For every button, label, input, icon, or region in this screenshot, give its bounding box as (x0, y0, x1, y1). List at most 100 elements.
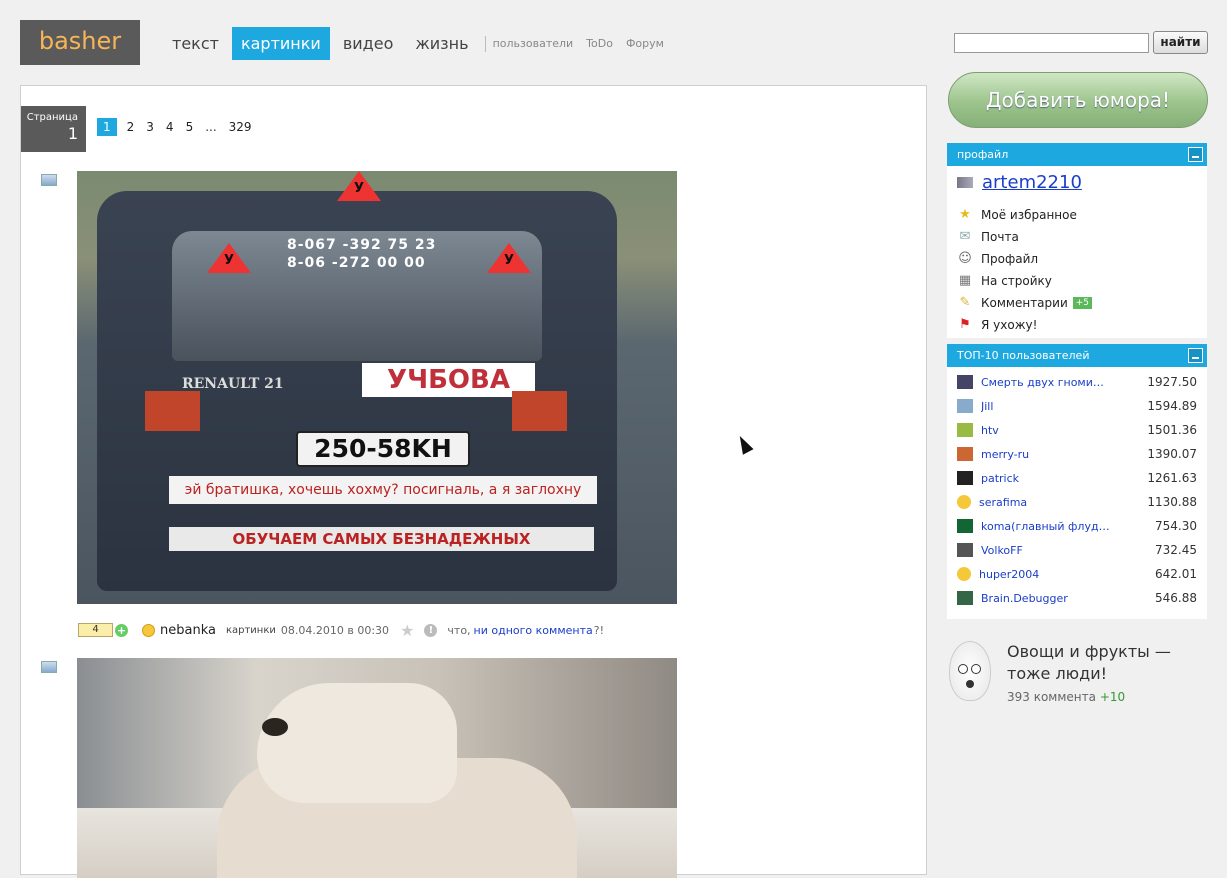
user-avatar-icon (957, 471, 973, 485)
minimize-icon[interactable] (1188, 348, 1203, 363)
search-input[interactable] (954, 33, 1149, 53)
page-link-text[interactable]: 4 (166, 120, 174, 134)
main-nav: текст картинки видео жизнь пользователи … (163, 27, 677, 60)
page-indicator: Страница 1 (21, 106, 86, 152)
profile-item-label[interactable]: Почта (981, 230, 1019, 244)
tail-light-right (512, 391, 567, 431)
phone-line: 8-067 -392 75 23 (287, 237, 437, 253)
egg-mascot-icon[interactable] (949, 641, 991, 701)
page-link[interactable]: 5 (186, 120, 194, 134)
site-logo[interactable]: basher (20, 20, 140, 65)
top-user-score: 1501.36 (1147, 423, 1197, 437)
page-ellipsis: ... (205, 120, 217, 134)
profile-item-label[interactable]: Я ухожу! (981, 318, 1037, 332)
profile-panel-header: профайл (947, 143, 1207, 166)
top-user-score: 1261.63 (1147, 471, 1197, 485)
promo-comments: 393 коммента (1007, 690, 1096, 704)
post-meta: 4 + nebanka картинки 08.04.2010 в 00:30 … (78, 621, 604, 640)
search-button[interactable]: найти (1153, 31, 1208, 54)
license-plate: 250-58KH (296, 431, 470, 467)
username-link[interactable]: artem2210 (982, 172, 1082, 193)
page-link-last[interactable]: 329 (229, 120, 252, 134)
user-avatar-icon (957, 423, 973, 437)
profile-item-comments[interactable]: ✎ Комментарии +5 (947, 292, 1207, 314)
top-user-score: 1927.50 (1147, 375, 1197, 389)
profile-icon: ☺ (958, 251, 972, 266)
comments-link[interactable]: ни одного коммента (474, 624, 593, 637)
profile-item-label[interactable]: Комментарии (981, 296, 1068, 310)
top-user-link[interactable]: huper2004 (979, 568, 1119, 581)
page-label: Страница (26, 112, 78, 123)
top-user-score: 1594.89 (1147, 399, 1197, 413)
dog-nose (262, 718, 288, 736)
top10-panel: ТОП-10 пользователей Смерть двух гноми… 1… (947, 344, 1207, 619)
profile-panel: профайл artem2210 ★ Моё избранное ✉ Почт… (947, 143, 1207, 338)
star-icon: ★ (959, 207, 971, 222)
minimize-icon[interactable] (1188, 147, 1203, 162)
profile-item-label[interactable]: Моё избранное (981, 208, 1077, 222)
post-image[interactable] (77, 658, 677, 878)
comments-icon: ✎ (959, 295, 971, 310)
top-user-row: huper2004 642.01 (947, 562, 1207, 586)
top-user-link[interactable]: VolkoFF (981, 544, 1121, 557)
top-user-link[interactable]: serafima (979, 496, 1119, 509)
user-avatar-icon (957, 399, 973, 413)
page-link-text[interactable]: 5 (186, 120, 194, 134)
top-user-row: Смерть двух гноми… 1927.50 (947, 370, 1207, 394)
tab-video[interactable]: видео (334, 27, 403, 60)
top-user-score: 546.88 (1155, 591, 1197, 605)
top-user-score: 1390.07 (1147, 447, 1197, 461)
main-content: Страница 1 1 2 3 4 5 ... 329 У У У 8-067… (20, 85, 927, 878)
promo-title-link[interactable]: Овощи и фрукты — тоже люди! (1007, 641, 1217, 685)
mail-icon: ✉ (959, 229, 971, 244)
plus-icon[interactable]: + (115, 623, 128, 637)
tail-light-left (145, 391, 200, 431)
top-user-link[interactable]: merry-ru (981, 448, 1121, 461)
page-link-text[interactable]: 3 (146, 120, 154, 134)
profile-item-profile[interactable]: ☺ Профайл (947, 248, 1207, 270)
top-user-row: patrick 1261.63 (947, 466, 1207, 490)
profile-item-favorites[interactable]: ★ Моё избранное (947, 204, 1207, 226)
top-user-score: 754.30 (1155, 519, 1197, 533)
top-user-link[interactable]: patrick (981, 472, 1121, 485)
top-user-row: serafima 1130.88 (947, 490, 1207, 514)
post-image[interactable]: У У У 8-067 -392 75 23 8-06 -272 00 00 R… (77, 171, 677, 604)
comments-badge: +5 (1072, 297, 1093, 309)
page-link-text[interactable]: 329 (229, 120, 252, 134)
profile-menu: ★ Моё избранное ✉ Почта ☺ Профайл ▦ На с… (947, 204, 1207, 336)
category-link[interactable]: картинки (226, 625, 276, 636)
favorite-star-icon[interactable]: ★ (400, 621, 414, 640)
build-icon: ▦ (958, 273, 972, 288)
add-humor-button[interactable]: Добавить юмора! (948, 72, 1208, 128)
author-link[interactable]: nebanka (160, 623, 216, 638)
tab-text[interactable]: текст (163, 27, 228, 60)
top10-panel-title: ТОП-10 пользователей (957, 349, 1090, 362)
top-user-link[interactable]: htv (981, 424, 1121, 437)
user-avatar-icon (957, 567, 971, 581)
page-link[interactable]: 3 (146, 120, 154, 134)
link-todo[interactable]: ToDo (586, 27, 613, 61)
tab-pictures[interactable]: картинки (231, 27, 330, 60)
link-users[interactable]: пользователи (493, 27, 574, 61)
profile-item-label[interactable]: Профайл (981, 252, 1038, 266)
page-link-text[interactable]: 2 (127, 120, 135, 134)
profile-panel-title: профайл (957, 148, 1009, 161)
profile-item-exit[interactable]: ⚑ Я ухожу! (947, 314, 1207, 336)
link-forum[interactable]: Форум (626, 27, 664, 61)
top10-list: Смерть двух гноми… 1927.50 Jill 1594.89 ht… (947, 367, 1207, 610)
top-user-link[interactable]: koma(главный флуд… (981, 520, 1121, 533)
tab-life[interactable]: жизнь (406, 27, 477, 60)
page-link[interactable]: 2 (127, 120, 135, 134)
page-link-current[interactable]: 1 (97, 118, 117, 136)
report-icon[interactable]: ! (424, 623, 438, 637)
user-avatar-icon (957, 495, 971, 509)
page-link[interactable]: 4 (166, 120, 174, 134)
profile-item-label[interactable]: На стройку (981, 274, 1052, 288)
top-user-link[interactable]: Jill (981, 400, 1121, 413)
profile-item-build[interactable]: ▦ На стройку (947, 270, 1207, 292)
top-user-link[interactable]: Смерть двух гноми… (981, 376, 1121, 389)
top-user-row: koma(главный флуд… 754.30 (947, 514, 1207, 538)
profile-item-mail[interactable]: ✉ Почта (947, 226, 1207, 248)
top-user-link[interactable]: Brain.Debugger (981, 592, 1121, 605)
top-user-score: 732.45 (1155, 543, 1197, 557)
